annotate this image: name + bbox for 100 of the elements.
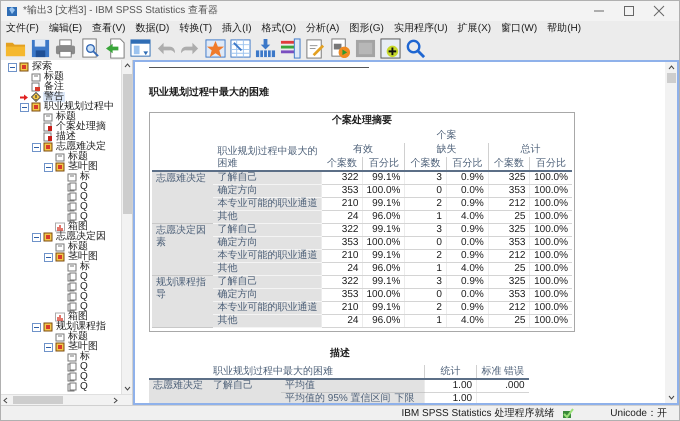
outline-item[interactable]: 探索: [31, 62, 53, 72]
outline-item[interactable]: 标题: [67, 152, 89, 162]
table-cell: 210: [321, 198, 363, 210]
document-arrow-icon[interactable]: [105, 38, 126, 59]
menu-item[interactable]: 帮助(H): [546, 21, 582, 36]
menu-item[interactable]: 编辑(E): [48, 21, 84, 36]
collapse-toggle-icon[interactable]: [44, 342, 52, 352]
table-cell: 3: [404, 276, 446, 288]
menu-item[interactable]: 格式(O): [260, 21, 298, 36]
menu-item[interactable]: 数据(D): [134, 21, 170, 36]
outline-item[interactable]: 茎叶图: [67, 342, 99, 352]
chevron-left-icon[interactable]: [3, 396, 8, 404]
chevron-right-icon[interactable]: [113, 396, 118, 404]
scroll-thumb[interactable]: [666, 73, 676, 83]
table-cell: 0: [404, 184, 446, 198]
star-grid-icon[interactable]: [205, 38, 226, 59]
dialog-window-icon[interactable]: [130, 38, 151, 59]
outline-item[interactable]: Q: [79, 302, 89, 312]
outline-item[interactable]: Q: [79, 282, 89, 292]
collapse-toggle-icon[interactable]: [32, 232, 40, 242]
outline-item[interactable]: Q: [79, 292, 89, 302]
outline-item[interactable]: Q: [79, 182, 89, 192]
outline-item[interactable]: 志愿决定因: [55, 232, 107, 242]
document-pen-icon[interactable]: [305, 38, 326, 59]
menu-item[interactable]: 插入(I): [221, 21, 253, 36]
chevron-up-icon[interactable]: [124, 63, 130, 68]
collapse-toggle-icon[interactable]: [32, 322, 40, 332]
scroll-thumb[interactable]: [122, 74, 132, 214]
outline-item[interactable]: 警告: [43, 92, 65, 102]
menu-item[interactable]: 查看(V): [91, 21, 126, 36]
maximize-icon[interactable]: [623, 4, 635, 17]
row-header: 本专业可能的职业通道: [213, 250, 322, 262]
table-cell: 353: [488, 236, 530, 250]
outline-item[interactable]: Q: [79, 372, 89, 382]
menu-item[interactable]: 实用程序(U): [392, 21, 449, 36]
download-grid-icon[interactable]: [255, 38, 276, 59]
table-cell: 100.0%: [530, 314, 572, 328]
menu-item[interactable]: 转换(T): [178, 21, 214, 36]
outline-item[interactable]: 标题: [43, 72, 65, 82]
vertical-scrollbar[interactable]: [665, 62, 677, 403]
collapse-toggle-icon[interactable]: [32, 142, 40, 152]
output-book-icon: [31, 102, 41, 112]
row-header: 本专业可能的职业通道: [213, 302, 322, 314]
encoding-status: Unicode：开: [610, 406, 667, 420]
printer-icon[interactable]: [55, 38, 76, 59]
table-cell: 3: [404, 171, 446, 184]
outline-item[interactable]: Q: [79, 212, 89, 222]
magnifier-document-icon[interactable]: [80, 38, 101, 59]
outline-item[interactable]: 标: [79, 352, 91, 362]
outline-item[interactable]: 标: [79, 262, 91, 272]
outline-item[interactable]: 茎叶图: [67, 162, 99, 172]
title-page-icon: [67, 172, 77, 182]
collapse-toggle-icon[interactable]: [8, 62, 16, 72]
outline-item[interactable]: 备注: [43, 82, 65, 92]
outline-item[interactable]: 标: [79, 172, 91, 182]
search-icon[interactable]: [405, 38, 426, 59]
outline-item[interactable]: Q: [79, 192, 89, 202]
outline-item[interactable]: 规划课程指: [55, 322, 107, 332]
grid-arrow-icon[interactable]: [230, 38, 251, 59]
scroll-thumb[interactable]: [13, 396, 63, 404]
row-header: 本专业可能的职业通道: [213, 198, 322, 210]
outline-item[interactable]: Q: [79, 382, 89, 392]
chevron-down-icon[interactable]: [124, 386, 130, 391]
menu-item[interactable]: 扩展(X): [456, 21, 492, 36]
table-cell: 24: [321, 262, 363, 276]
column-header: 个案数: [404, 157, 446, 171]
close-icon[interactable]: [653, 4, 665, 17]
menu-item[interactable]: 窗口(W): [500, 21, 538, 36]
colored-list-icon[interactable]: [280, 38, 301, 59]
menu-item[interactable]: 分析(A): [305, 21, 340, 36]
outline-item[interactable]: Q: [79, 272, 89, 282]
outline-item[interactable]: Q: [79, 202, 89, 212]
row-header: 确定方向: [213, 184, 322, 198]
outline-item[interactable]: 志愿难决定: [55, 142, 107, 152]
outline-item[interactable]: 个案处理摘: [55, 122, 107, 132]
outline-item[interactable]: 箱图: [67, 222, 89, 232]
outline-item[interactable]: 标题: [55, 112, 77, 122]
row-header: 志愿决定因素: [152, 224, 214, 276]
plus-window-icon[interactable]: [380, 38, 401, 59]
collapse-toggle-icon[interactable]: [44, 252, 52, 262]
collapse-toggle-icon[interactable]: [20, 102, 28, 112]
outline-item[interactable]: 职业规划过程中: [43, 102, 115, 112]
outline-item[interactable]: 箱图: [67, 312, 89, 322]
outline-item[interactable]: 标题: [67, 332, 89, 342]
horizontal-scrollbar[interactable]: [1, 394, 132, 405]
vertical-scrollbar[interactable]: [121, 60, 132, 394]
table-cell: 100.0%: [530, 171, 572, 184]
menu-item[interactable]: 图形(G): [348, 21, 385, 36]
collapse-toggle-icon[interactable]: [44, 162, 52, 172]
chevron-up-icon[interactable]: [668, 65, 674, 70]
outline-item[interactable]: Q: [79, 362, 89, 372]
outline-item[interactable]: 标题: [67, 242, 89, 252]
column-header: 标准 错误: [476, 365, 529, 379]
document-play-icon[interactable]: [330, 38, 351, 59]
menu-item[interactable]: 文件(F): [5, 21, 40, 36]
outline-item[interactable]: 茎叶图: [67, 252, 99, 262]
chevron-down-icon[interactable]: [668, 395, 674, 400]
table-cell: 0.9%: [446, 171, 488, 184]
table-page-icon: [43, 122, 53, 132]
outline-item[interactable]: 描述: [55, 132, 77, 142]
